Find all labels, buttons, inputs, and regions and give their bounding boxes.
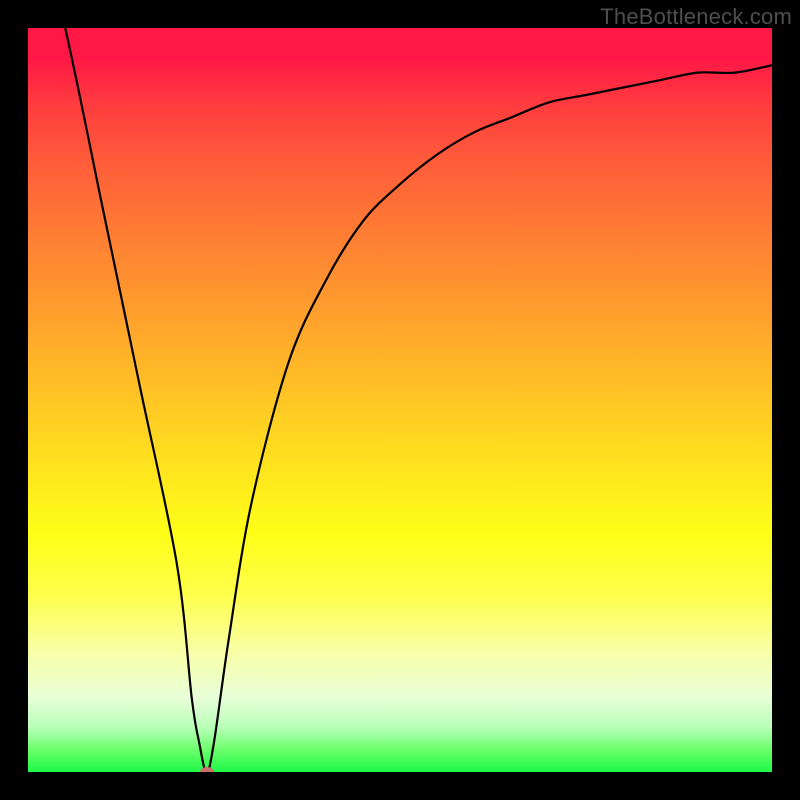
minimum-marker: [200, 767, 214, 772]
plot-area: [28, 28, 772, 772]
bottleneck-curve: [28, 28, 772, 772]
watermark-text: TheBottleneck.com: [600, 4, 792, 30]
chart-frame: TheBottleneck.com: [0, 0, 800, 800]
